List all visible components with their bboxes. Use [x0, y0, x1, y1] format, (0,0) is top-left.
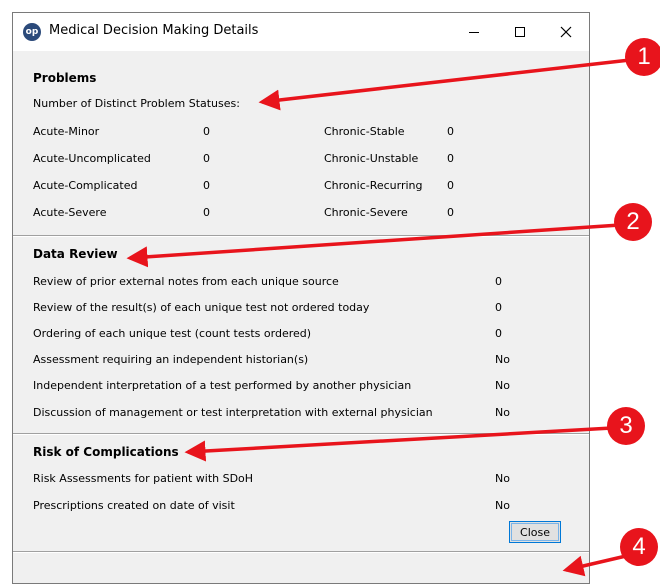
callout-arrow-2: [126, 223, 621, 268]
callout-badge: 3: [607, 407, 645, 445]
callout-arrow-3: [184, 426, 613, 462]
callout-arrow-4: [562, 554, 627, 577]
callout-badge: 4: [620, 528, 658, 566]
callout-badge: 2: [614, 203, 652, 241]
callout-arrow-1: [258, 58, 631, 111]
callout-badge: 1: [625, 38, 660, 76]
callout-arrows: [126, 58, 631, 577]
